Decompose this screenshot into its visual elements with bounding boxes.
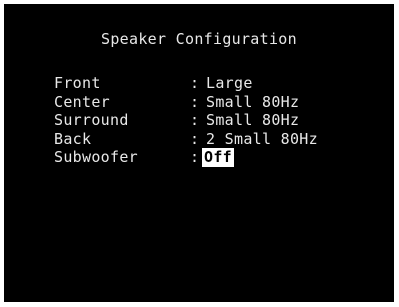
speaker-settings-list: Front : Large Center : Small 80Hz Surrou…: [54, 74, 320, 167]
setting-separator: :: [190, 129, 200, 148]
setting-label-center: Center: [54, 92, 110, 111]
setting-label-subwoofer: Subwoofer: [54, 148, 138, 166]
setting-label-front: Front: [54, 74, 101, 92]
setting-row-back[interactable]: Back : 2 Small 80Hz: [54, 130, 320, 149]
osd-screen: Speaker Configuration Front : Large Cent…: [4, 4, 394, 302]
setting-label-back: Back: [54, 129, 92, 148]
setting-row-surround[interactable]: Surround : Small 80Hz: [54, 111, 320, 130]
setting-value-front[interactable]: Large: [204, 74, 255, 93]
setting-value-back[interactable]: 2 Small 80Hz: [204, 130, 320, 149]
setting-row-center[interactable]: Center : Small 80Hz: [54, 93, 320, 112]
setting-separator: :: [190, 111, 200, 129]
setting-separator: :: [190, 74, 200, 92]
setting-separator: :: [190, 92, 200, 111]
setting-row-subwoofer[interactable]: Subwoofer : Off: [54, 148, 320, 167]
setting-value-subwoofer-selected[interactable]: Off: [202, 148, 234, 167]
menu-title: Speaker Configuration: [101, 30, 297, 48]
setting-value-surround[interactable]: Small 80Hz: [204, 111, 301, 130]
setting-row-front[interactable]: Front : Large: [54, 74, 320, 93]
setting-value-center[interactable]: Small 80Hz: [204, 93, 301, 112]
setting-label-surround: Surround: [54, 111, 129, 129]
